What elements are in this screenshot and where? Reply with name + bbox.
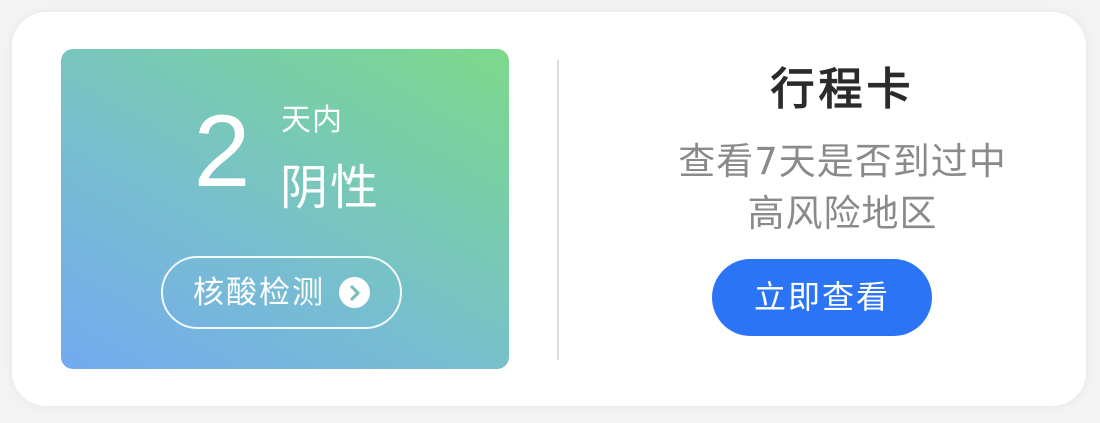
trip-card-description: 查看7天是否到过中 高风险地区 (620, 136, 1065, 240)
view-now-button[interactable]: 立即查看 (712, 259, 932, 336)
nucleic-acid-test-label: 核酸检测 (193, 274, 325, 311)
divider (557, 60, 559, 360)
chevron-right-icon (339, 277, 370, 308)
nucleic-acid-panel[interactable]: 2 天内 阴性 核酸检测 (61, 49, 509, 369)
test-result: 阴性 (280, 160, 381, 216)
days-number: 2 (193, 94, 251, 208)
trip-card-title: 行程卡 (770, 64, 915, 115)
days-unit: 天内 (281, 103, 343, 138)
nucleic-acid-test-button[interactable]: 核酸检测 (161, 256, 402, 329)
trip-description-line-1: 查看7天是否到过中 (678, 140, 1007, 183)
trip-description-line-2: 高风险地区 (747, 192, 938, 235)
